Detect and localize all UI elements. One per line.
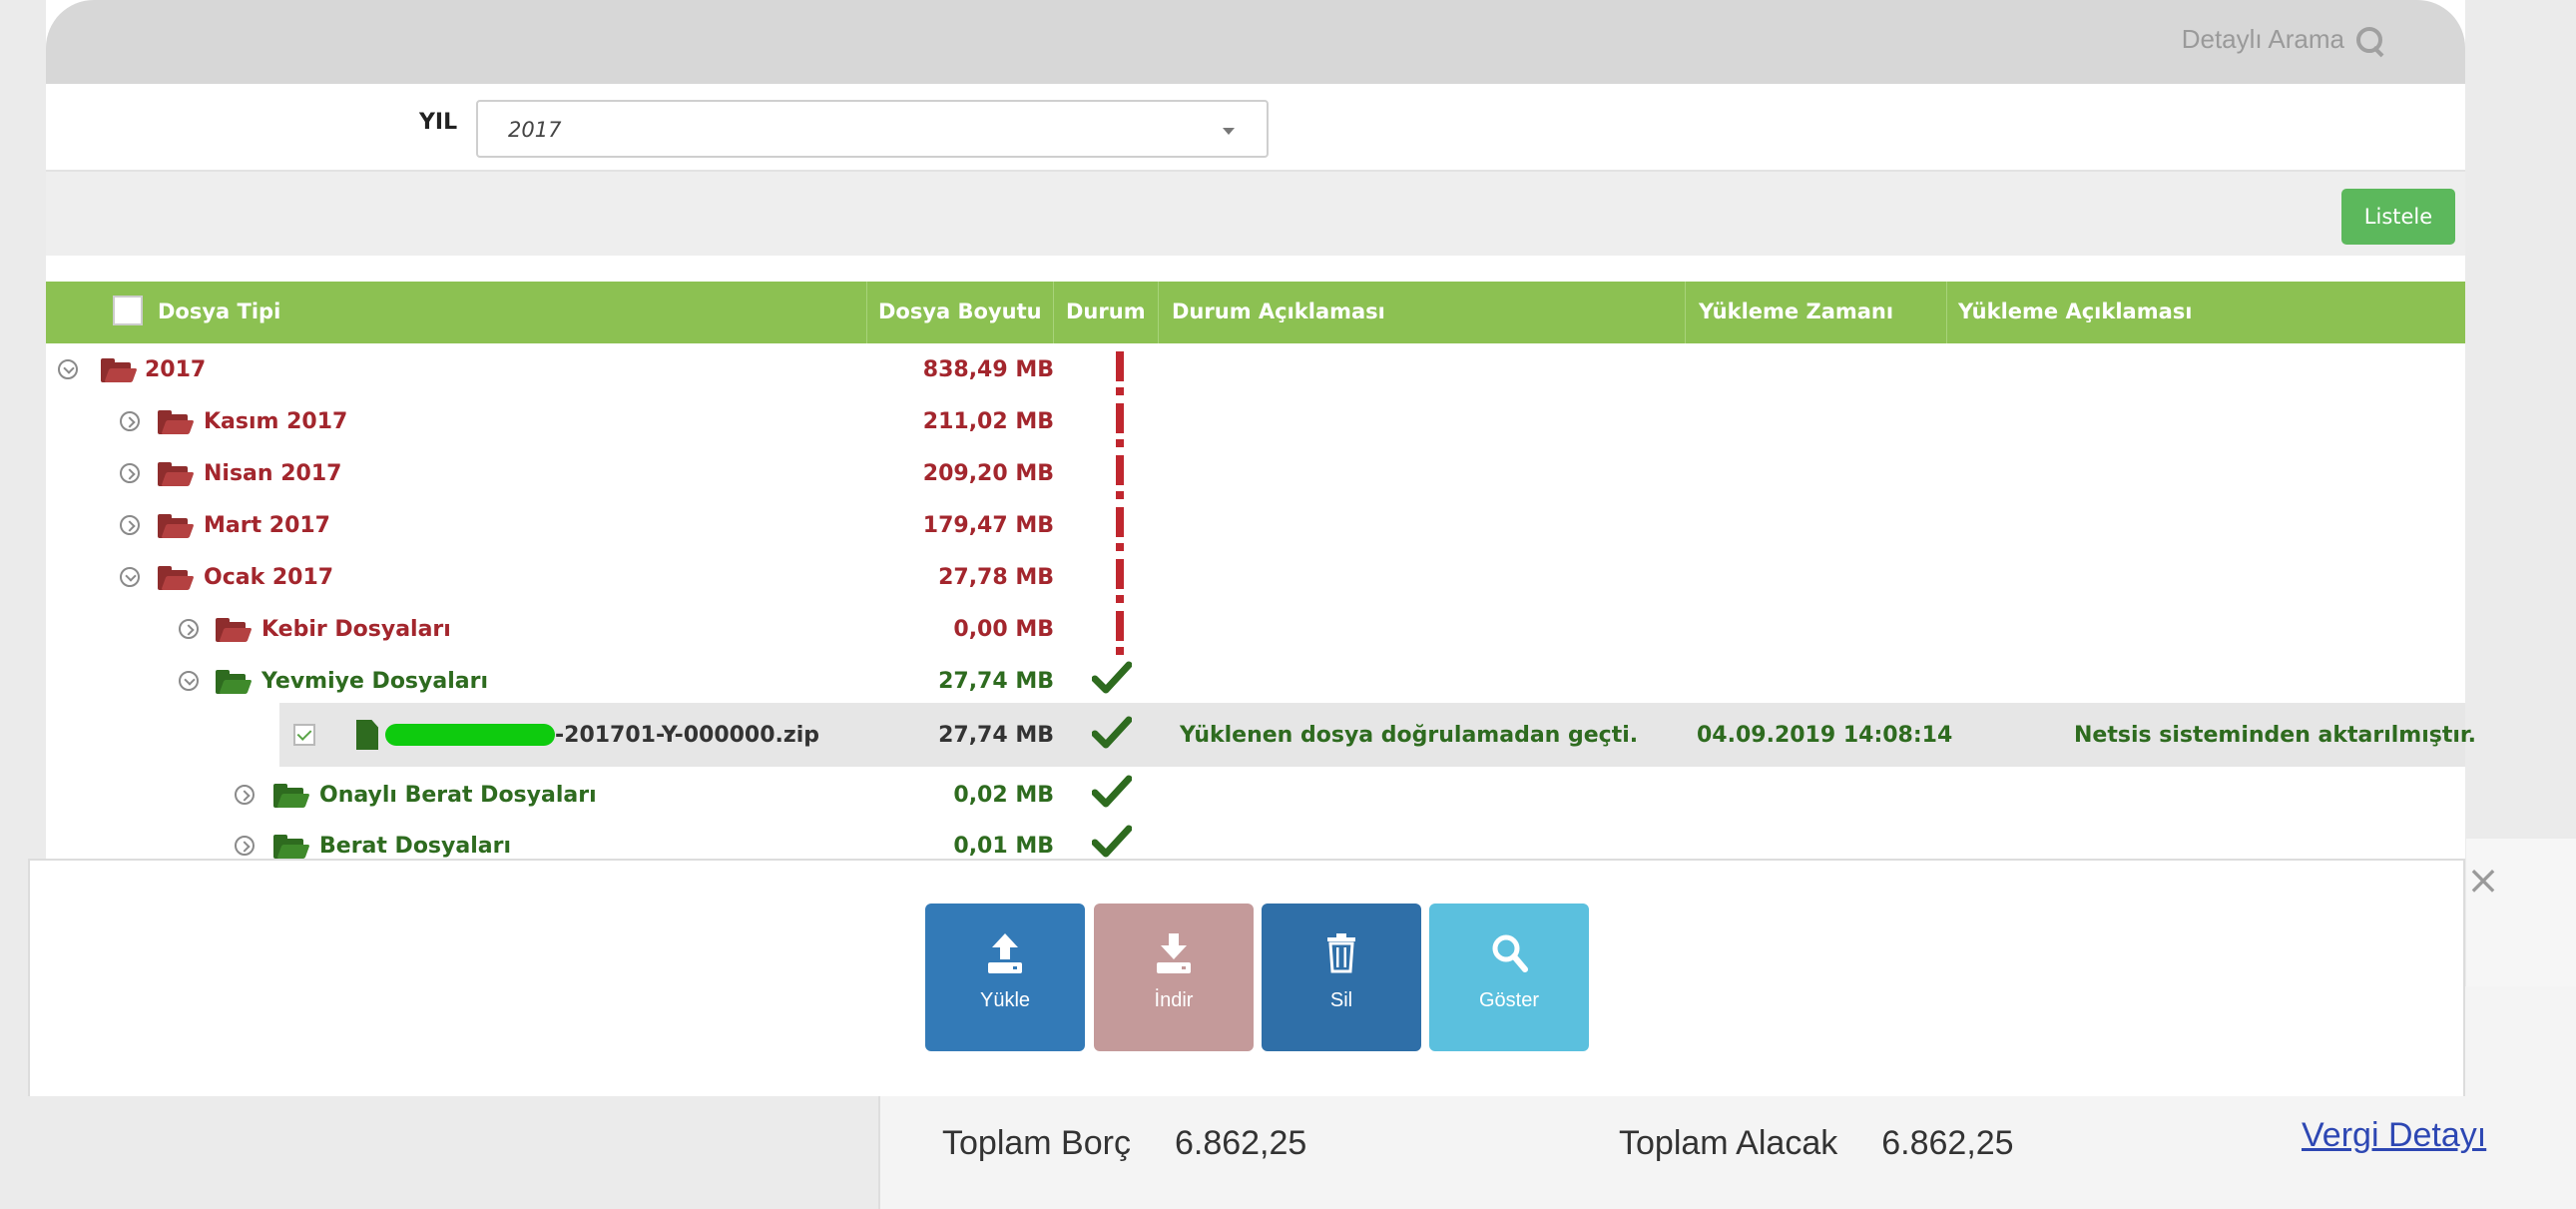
check-icon <box>1092 716 1132 750</box>
table-row[interactable] <box>46 551 2465 603</box>
detailed-search-button[interactable]: Detaylı Arama <box>2182 24 2384 55</box>
expand-icon[interactable] <box>235 785 255 805</box>
year-label: YIL <box>419 110 458 135</box>
total-credit-value: 6.862,25 <box>1881 1123 2014 1162</box>
column-divider <box>1053 282 1054 343</box>
file-icon <box>356 720 378 750</box>
row-name: Ocak 2017 <box>204 565 334 590</box>
column-header-upload-time[interactable]: Yükleme Zamanı <box>1699 300 1893 323</box>
table-row[interactable] <box>46 395 2465 447</box>
year-select[interactable]: 2017 <box>476 100 1269 158</box>
total-debt-label: Toplam Borç <box>942 1123 1131 1162</box>
action-row <box>46 172 2465 256</box>
delete-label: Sil <box>1329 989 1353 1011</box>
delete-button[interactable]: Sil <box>1262 904 1421 1051</box>
table-row[interactable] <box>46 343 2465 395</box>
panel-header <box>46 0 2465 84</box>
upload-button[interactable]: Yükle <box>925 904 1085 1051</box>
folder-open-icon <box>216 618 253 642</box>
trash-icon <box>1321 931 1361 975</box>
row-size: 0,01 MB <box>953 834 1054 859</box>
row-checkbox[interactable] <box>293 724 315 746</box>
column-divider <box>866 282 867 343</box>
row-upload-note: Netsis sisteminden aktarılmıştır. <box>2074 723 2476 748</box>
folder-open-icon <box>158 566 195 590</box>
collapse-icon[interactable] <box>179 671 199 691</box>
total-credit: Toplam Alacak 6.862,25 <box>1619 1118 2014 1168</box>
row-name: Mart 2017 <box>204 513 330 538</box>
download-icon <box>1154 931 1194 975</box>
close-icon[interactable]: × <box>2463 861 2503 901</box>
row-size: 27,74 MB <box>938 669 1054 694</box>
detailed-search-label: Detaylı Arama <box>2181 24 2344 54</box>
download-label: İndir <box>1154 989 1194 1011</box>
list-button[interactable]: Listele <box>2341 189 2455 245</box>
expand-icon[interactable] <box>235 836 255 856</box>
collapse-icon[interactable] <box>58 359 78 379</box>
collapse-icon[interactable] <box>120 567 140 587</box>
column-header-size[interactable]: Dosya Boyutu <box>878 300 1042 323</box>
column-header-status[interactable]: Durum <box>1066 300 1146 323</box>
folder-open-icon <box>273 784 310 808</box>
total-credit-label: Toplam Alacak <box>1619 1123 1838 1162</box>
upload-icon <box>985 931 1025 975</box>
folder-open-icon <box>101 358 138 382</box>
column-header-upload-note[interactable]: Yükleme Açıklaması <box>1958 300 2192 323</box>
row-name: 2017 <box>145 357 207 382</box>
chevron-down-icon <box>1223 128 1235 135</box>
row-size: 209,20 MB <box>922 461 1054 486</box>
show-label: Göster <box>1478 989 1540 1011</box>
folder-open-icon <box>158 410 195 434</box>
row-size: 211,02 MB <box>922 409 1054 434</box>
row-name: Onaylı Berat Dosyaları <box>319 783 597 808</box>
row-name: Kebir Dosyaları <box>261 617 451 642</box>
row-size: 179,47 MB <box>922 513 1054 538</box>
upload-label: Yükle <box>979 989 1031 1011</box>
expand-icon[interactable] <box>120 411 140 431</box>
row-size: 838,49 MB <box>922 357 1054 382</box>
expand-icon[interactable] <box>120 515 140 535</box>
year-select-value: 2017 <box>508 118 562 142</box>
row-name: Nisan 2017 <box>204 461 342 486</box>
download-button[interactable]: İndir <box>1094 904 1254 1051</box>
row-name: Kasım 2017 <box>204 409 348 434</box>
row-size: 0,02 MB <box>953 783 1054 808</box>
column-divider <box>1685 282 1686 343</box>
row-size: 0,00 MB <box>953 617 1054 642</box>
row-name: Yevmiye Dosyaları <box>261 669 488 694</box>
total-debt: Toplam Borç 6.862,25 <box>942 1118 1306 1168</box>
row-name: -201701-Y-000000.zip <box>555 723 819 748</box>
column-divider <box>1946 282 1947 343</box>
show-button[interactable]: Göster <box>1429 904 1589 1051</box>
redaction-mark <box>385 724 555 746</box>
row-name: Berat Dosyaları <box>319 834 511 859</box>
check-icon <box>1092 661 1132 695</box>
check-icon <box>1092 775 1132 809</box>
row-size: 27,74 MB <box>938 723 1054 748</box>
row-upload-time: 04.09.2019 14:08:14 <box>1697 723 1953 748</box>
search-icon <box>1489 931 1529 975</box>
total-debt-value: 6.862,25 <box>1174 1123 1307 1162</box>
expand-icon[interactable] <box>120 463 140 483</box>
row-size: 27,78 MB <box>938 565 1054 590</box>
table-row[interactable] <box>46 447 2465 499</box>
expand-icon[interactable] <box>179 619 199 639</box>
column-header-file-type[interactable]: Dosya Tipi <box>158 300 280 323</box>
search-icon <box>2354 25 2384 55</box>
select-all-checkbox[interactable] <box>113 296 143 325</box>
folder-open-icon <box>216 670 253 694</box>
column-header-status-description[interactable]: Durum Açıklaması <box>1172 300 1385 323</box>
tax-detail-link[interactable]: Vergi Detayı <box>2302 1116 2486 1155</box>
folder-open-icon <box>158 514 195 538</box>
folder-open-icon <box>158 462 195 486</box>
row-status-description: Yüklenen dosya doğrulamadan geçti. <box>1180 723 1639 748</box>
column-divider <box>1158 282 1159 343</box>
folder-open-icon <box>273 835 310 859</box>
check-icon <box>1092 825 1132 859</box>
table-row[interactable] <box>46 499 2465 551</box>
